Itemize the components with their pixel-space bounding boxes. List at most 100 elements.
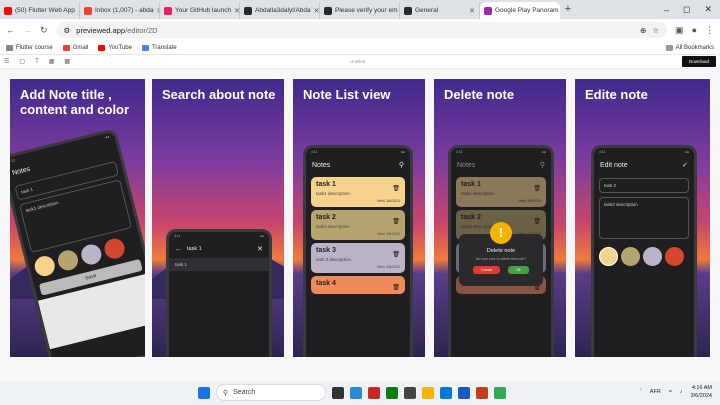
- browser-tab[interactable]: Google Play Panoram✕: [480, 2, 560, 19]
- content-field[interactable]: task2 description: [599, 197, 689, 239]
- delete-icon[interactable]: 🗑: [533, 185, 541, 192]
- check-icon[interactable]: ✓: [682, 161, 688, 169]
- note-date: Wed, 3/6/2024: [377, 199, 400, 203]
- phone-mockup: 4:11 ●● Notes ⚲ task 1 task1 description Wed…: [448, 145, 554, 357]
- restore-icon[interactable]: ◻: [683, 4, 690, 15]
- close-tab-icon[interactable]: ✕: [469, 7, 475, 15]
- search-icon[interactable]: ⚲: [399, 161, 404, 169]
- wifi-icon[interactable]: ≈: [669, 389, 672, 395]
- delete-icon[interactable]: 🗑: [392, 185, 400, 192]
- menu-icon[interactable]: ☰: [4, 58, 9, 65]
- phone-mockup: 4:11 ●● ← task 1 ✕ task 1: [166, 229, 272, 357]
- site-info-icon[interactable]: ⚙: [64, 26, 71, 35]
- bookmark-item[interactable]: Gmail: [62, 44, 88, 51]
- edge-icon[interactable]: [350, 386, 362, 399]
- note-date: Wed, 3/6/2024: [377, 232, 400, 236]
- task-view-icon[interactable]: [332, 386, 344, 399]
- start-icon[interactable]: [198, 386, 210, 399]
- github-icon: [404, 6, 412, 15]
- bookmark-item[interactable]: Flutter course: [6, 44, 53, 51]
- new-tab-button[interactable]: +: [560, 2, 576, 19]
- color-swatch[interactable]: [79, 242, 104, 267]
- star-icon[interactable]: ☆: [652, 26, 659, 35]
- image-icon[interactable]: ▩: [64, 58, 70, 65]
- cancel-button[interactable]: Cancel: [473, 266, 501, 274]
- clear-icon[interactable]: ✕: [257, 245, 263, 253]
- browser-tab[interactable]: Your GitHub launch ✕: [160, 2, 240, 19]
- zoom-icon[interactable]: ⊕: [640, 26, 646, 35]
- forward-icon[interactable]: →: [23, 25, 32, 35]
- word-icon[interactable]: [458, 386, 470, 399]
- office-icon[interactable]: [476, 386, 488, 399]
- delete-icon[interactable]: 🗑: [392, 218, 400, 225]
- volume-icon[interactable]: ♪: [680, 389, 683, 395]
- back-icon[interactable]: ←: [6, 25, 15, 35]
- search-input[interactable]: task 1: [187, 246, 257, 252]
- color-swatch[interactable]: [643, 247, 662, 266]
- browser-tab[interactable]: General ✕: [400, 2, 480, 19]
- language-indicator[interactable]: AFR: [650, 389, 661, 395]
- warning-icon: !: [490, 222, 512, 244]
- note-card[interactable]: task 1 task1 description Wed, 3/6/2024 🗑: [456, 177, 546, 207]
- address-path: /editor/2D: [125, 25, 158, 35]
- panel-note-list[interactable]: Note List view 4:11 ●● Notes ⚲ task 1 task1…: [293, 79, 425, 357]
- all-bookmarks[interactable]: All Bookmarks: [665, 44, 714, 51]
- title-field[interactable]: task 2: [599, 178, 689, 193]
- app-icon[interactable]: [368, 386, 380, 399]
- panel-heading: Search about note: [162, 87, 276, 102]
- note-card[interactable]: task 4 🗑: [311, 276, 405, 294]
- note-card[interactable]: task 1 task1 description Wed, 3/6/2024 🗑: [311, 177, 405, 207]
- settings-icon[interactable]: [404, 386, 416, 399]
- browser-tab[interactable]: Inbox (1,007) - abda✕: [80, 2, 160, 19]
- browser-tab[interactable]: Please verify your em✕: [320, 2, 400, 19]
- download-button[interactable]: Download: [681, 56, 716, 67]
- bookmark-item[interactable]: YouTube: [98, 44, 132, 51]
- reload-icon[interactable]: ↻: [40, 25, 48, 36]
- close-tab-icon[interactable]: ✕: [314, 7, 319, 15]
- panel-delete-note[interactable]: Delete note 4:11 ●● Notes ⚲ task 1 task1 de…: [434, 79, 566, 357]
- profile-icon[interactable]: ●: [692, 25, 697, 35]
- color-swatch[interactable]: [621, 247, 640, 266]
- vscode-icon[interactable]: [440, 386, 452, 399]
- menu-icon[interactable]: ⋮: [705, 25, 714, 36]
- panel-search-note[interactable]: Search about note 4:11 ●● ← task 1 ✕ task 1: [152, 79, 284, 357]
- delete-icon[interactable]: 🗑: [392, 251, 400, 258]
- extensions-icon[interactable]: ▣: [675, 25, 684, 36]
- minimize-icon[interactable]: –: [664, 5, 669, 15]
- chrome-icon[interactable]: [494, 386, 506, 399]
- taskbar-search[interactable]: ⚲ Search: [216, 384, 326, 401]
- back-icon[interactable]: ←: [175, 246, 182, 253]
- ok-button[interactable]: Ok: [508, 266, 529, 274]
- chevron-up-icon[interactable]: ˆ: [640, 389, 642, 395]
- color-swatch[interactable]: [55, 248, 81, 273]
- search-bar[interactable]: ← task 1 ✕: [169, 240, 269, 258]
- color-swatch[interactable]: [599, 247, 618, 266]
- explorer-icon[interactable]: [422, 386, 434, 399]
- delete-icon[interactable]: 🗑: [392, 284, 400, 291]
- clock[interactable]: 4:16 AM 3/6/2024: [691, 384, 712, 400]
- tab-title: Google Play Panoram: [495, 7, 559, 14]
- note-card[interactable]: task 2 task2 description Wed, 3/6/2024 🗑: [311, 210, 405, 240]
- text-icon[interactable]: T: [35, 59, 39, 65]
- gmail-icon: [84, 6, 92, 15]
- color-swatch[interactable]: [32, 253, 57, 279]
- search-result[interactable]: task 1: [169, 258, 269, 271]
- panel-edit-note[interactable]: Edite note 4:11 ●● Edit note ✓ task 2 task…: [575, 79, 710, 357]
- frame-icon[interactable]: ▢: [19, 58, 25, 65]
- color-swatch[interactable]: [102, 236, 127, 261]
- xbox-icon[interactable]: [386, 386, 398, 399]
- panel-add-note[interactable]: Add Note title , content and color 4:12 ●…: [10, 79, 145, 357]
- delete-icon[interactable]: 🗑: [533, 218, 541, 225]
- address-bar[interactable]: ⚙ previewed.app/editor/2D ⊕ ☆: [55, 22, 668, 38]
- browser-tab[interactable]: Abdalla3dalyl/Abda ✕: [240, 2, 320, 19]
- layout-icon[interactable]: ▦: [49, 58, 55, 65]
- close-icon[interactable]: ✕: [704, 4, 712, 15]
- bookmark-item[interactable]: Translate: [141, 44, 177, 51]
- color-swatch[interactable]: [665, 247, 684, 266]
- note-title: task 4: [316, 280, 336, 287]
- note-card[interactable]: task 3 task 3 description Wed, 3/6/2024 🗑: [311, 243, 405, 273]
- browser-tab[interactable]: (50) Flutter Web App✕: [0, 2, 80, 19]
- note-description: task1 description: [461, 191, 495, 196]
- panel-heading: Edite note: [585, 87, 648, 102]
- youtube-icon: [4, 6, 12, 15]
